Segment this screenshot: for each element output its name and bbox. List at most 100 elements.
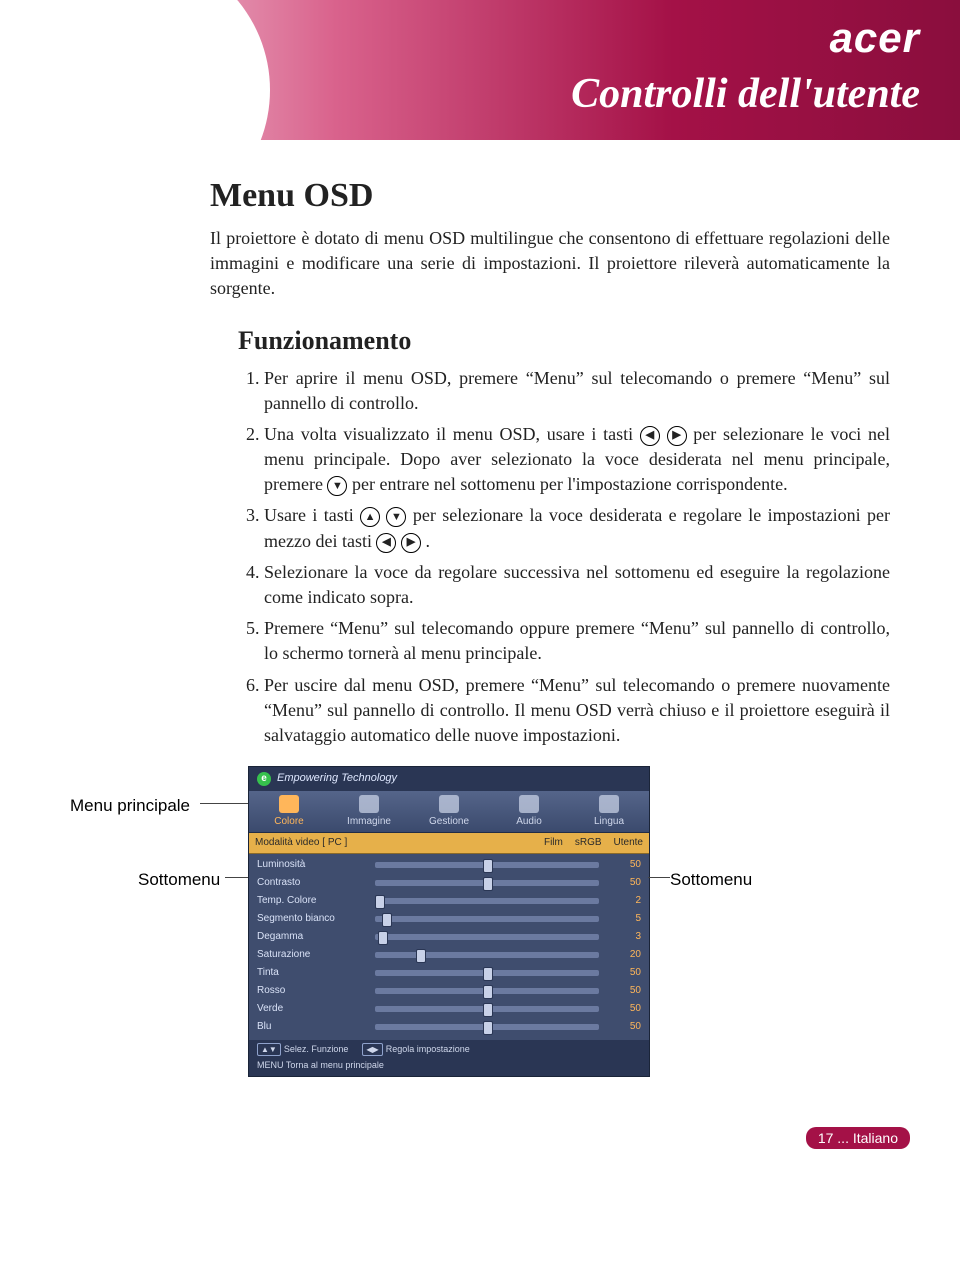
osd-row-name: Verde — [257, 1002, 367, 1016]
osd-row-value: 20 — [607, 948, 641, 962]
callout-line — [648, 877, 670, 878]
left-arrow-icon: ◀ — [376, 533, 396, 553]
osd-row: Saturazione20 — [257, 946, 641, 964]
osd-mode-option: Utente — [608, 833, 649, 853]
osd-tab-immagine: Immagine — [329, 791, 409, 832]
steps-list: Per aprire il menu OSD, premere “Menu” s… — [238, 366, 890, 749]
osd-row: Temp. Colore2 — [257, 892, 641, 910]
osd-tab-label: Audio — [516, 816, 542, 827]
osd-row-slider — [375, 988, 599, 994]
slider-thumb-icon — [483, 985, 493, 999]
step-5: Premere “Menu” sul telecomando oppure pr… — [264, 616, 890, 666]
osd-panel: e Empowering Technology Colore Immagine … — [248, 766, 650, 1077]
osd-row-slider — [375, 862, 599, 868]
footer-adjust: Regola impostazione — [386, 1044, 470, 1054]
brand-logo: acer — [830, 14, 920, 62]
osd-row: Segmento bianco5 — [257, 910, 641, 928]
e-logo-icon: e — [257, 772, 271, 786]
osd-tab-audio: Audio — [489, 791, 569, 832]
osd-row: Rosso 50 — [257, 982, 641, 1000]
osd-mode-option: sRGB — [569, 833, 608, 853]
osd-mode-label: Modalità video [ PC ] — [249, 833, 353, 853]
osd-title-text: Empowering Technology — [277, 771, 397, 786]
osd-tabs: Colore Immagine Gestione Audio Lingua — [249, 791, 649, 833]
osd-row-name: Degamma — [257, 930, 367, 944]
slider-thumb-icon — [382, 913, 392, 927]
osd-mode-row: Modalità video [ PC ] Film sRGB Utente — [249, 833, 649, 854]
intro-paragraph: Il proiettore è dotato di menu OSD multi… — [210, 226, 890, 302]
step-1: Per aprire il menu OSD, premere “Menu” s… — [264, 366, 890, 416]
osd-row-value: 50 — [607, 1020, 641, 1034]
sub-heading: Funzionamento — [238, 323, 890, 359]
osd-row-value: 50 — [607, 858, 641, 872]
osd-row-name: Luminosità — [257, 858, 367, 872]
menu-key-icon: MENU — [257, 1060, 284, 1070]
osd-footer: ▲▼Selez. Funzione ◀▶Regola impostazione — [249, 1040, 649, 1059]
step-6: Per uscire dal menu OSD, premere “Menu” … — [264, 673, 890, 749]
osd-row-value: 5 — [607, 912, 641, 926]
osd-rows: Luminosità 50 Contrasto 50 Temp. Colore2Segm… — [249, 854, 649, 1040]
down-arrow-icon: ▼ — [327, 476, 347, 496]
osd-row-name: Contrasto — [257, 876, 367, 890]
gear-icon — [439, 795, 459, 813]
osd-tab-label: Lingua — [594, 816, 624, 827]
page-number-badge: 17 ... Italiano — [806, 1127, 910, 1149]
label-submenu-left: Sottomenu — [138, 868, 220, 892]
osd-row-value: 50 — [607, 984, 641, 998]
osd-tab-label: Immagine — [347, 816, 391, 827]
osd-tab-label: Colore — [274, 816, 303, 827]
callout-line — [225, 877, 248, 878]
speaker-icon — [519, 795, 539, 813]
osd-row-value: 50 — [607, 876, 641, 890]
osd-row-slider — [375, 898, 599, 904]
step-4: Selezionare la voce da regolare successi… — [264, 560, 890, 610]
slider-thumb-icon — [483, 859, 493, 873]
osd-row: Verde 50 — [257, 1000, 641, 1018]
up-down-key-icon: ▲▼ — [257, 1043, 281, 1056]
osd-row: Blu 50 — [257, 1018, 641, 1036]
osd-title-bar: e Empowering Technology — [249, 767, 649, 790]
osd-row-slider — [375, 880, 599, 886]
osd-row-slider — [375, 916, 599, 922]
osd-footer-2: MENU Torna al menu principale — [249, 1059, 649, 1077]
step-2-text-c: per entrare nel sottomenu per l'impostaz… — [352, 474, 788, 494]
slider-thumb-icon — [483, 877, 493, 891]
image-icon — [359, 795, 379, 813]
slider-thumb-icon — [483, 967, 493, 981]
down-arrow-icon: ▼ — [386, 507, 406, 527]
osd-row-slider — [375, 934, 599, 940]
right-arrow-icon: ▶ — [667, 426, 687, 446]
osd-mode-option: Film — [538, 833, 569, 853]
osd-tab-lingua: Lingua — [569, 791, 649, 832]
osd-row-slider — [375, 970, 599, 976]
osd-row: Degamma3 — [257, 928, 641, 946]
step-2-text-a: Una volta visualizzato il menu OSD, usar… — [264, 424, 640, 444]
slider-thumb-icon — [375, 895, 385, 909]
callout-line — [200, 803, 248, 804]
label-main-menu: Menu principale — [70, 794, 190, 818]
step-2: Una volta visualizzato il menu OSD, usar… — [264, 422, 890, 498]
osd-tab-label: Gestione — [429, 816, 469, 827]
osd-row-value: 50 — [607, 966, 641, 980]
footer-select: Selez. Funzione — [284, 1044, 349, 1054]
step-3: Usare i tasti ▲ ▼ per selezionare la voc… — [264, 503, 890, 553]
osd-tab-gestione: Gestione — [409, 791, 489, 832]
osd-row-name: Blu — [257, 1020, 367, 1034]
palette-icon — [279, 795, 299, 813]
osd-figure: Menu principale Sottomenu Sottomenu e Em… — [70, 766, 880, 1077]
header-band: acer Controlli dell'utente — [0, 0, 960, 140]
osd-row-name: Rosso — [257, 984, 367, 998]
osd-row-value: 50 — [607, 1002, 641, 1016]
step-3-text-a: Usare i tasti — [264, 505, 360, 525]
page-language: ... Italiano — [837, 1130, 898, 1146]
osd-row: Contrasto 50 — [257, 874, 641, 892]
osd-row-slider — [375, 1024, 599, 1030]
osd-row-value: 2 — [607, 894, 641, 908]
osd-row: Tinta50 — [257, 964, 641, 982]
step-3-text-c: . — [425, 531, 430, 551]
right-arrow-icon: ▶ — [401, 533, 421, 553]
footer-back: Torna al menu principale — [286, 1060, 384, 1070]
up-arrow-icon: ▲ — [360, 507, 380, 527]
label-submenu-right: Sottomenu — [670, 868, 752, 892]
header-curve — [0, 0, 270, 140]
